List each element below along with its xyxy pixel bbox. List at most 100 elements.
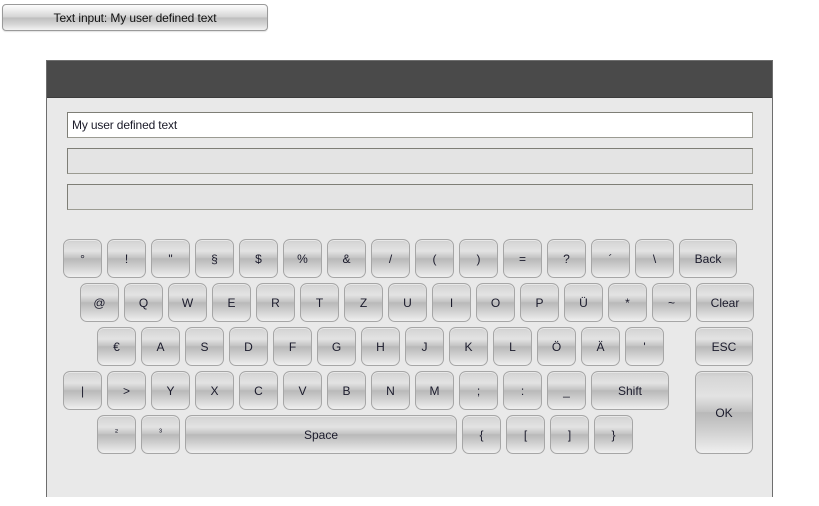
key-n[interactable]: N: [371, 371, 410, 410]
key-u-umlaut[interactable]: Ü: [564, 283, 603, 322]
key-r[interactable]: R: [256, 283, 295, 322]
key-f[interactable]: F: [273, 327, 312, 366]
key-quote[interactable]: ": [151, 239, 190, 278]
key-superscript-three[interactable]: ³: [141, 415, 180, 454]
key-g[interactable]: G: [317, 327, 356, 366]
key-ok[interactable]: OK: [695, 371, 753, 454]
text-input-host-button[interactable]: Text input: My user defined text: [2, 4, 268, 31]
key-ok-label: OK: [715, 405, 733, 420]
key-n-label: N: [386, 383, 395, 398]
key-semicolon[interactable]: ;: [459, 371, 498, 410]
key-slash[interactable]: /: [371, 239, 410, 278]
key-space[interactable]: Space: [185, 415, 457, 454]
key-greater-than-label: >: [122, 383, 130, 398]
key-paren-close[interactable]: ): [459, 239, 498, 278]
key-clear[interactable]: Clear: [696, 283, 754, 322]
key-clear-label: Clear: [710, 295, 740, 310]
dialog-titlebar: [47, 61, 772, 98]
key-dollar[interactable]: $: [239, 239, 278, 278]
text-input-third[interactable]: [67, 184, 753, 210]
key-paren-open[interactable]: (: [415, 239, 454, 278]
key-brace-open[interactable]: {: [462, 415, 501, 454]
key-l[interactable]: L: [493, 327, 532, 366]
key-backslash[interactable]: \: [635, 239, 674, 278]
key-esc[interactable]: ESC: [695, 327, 753, 366]
text-input-second[interactable]: [67, 148, 753, 174]
key-equals-label: =: [518, 251, 526, 266]
key-o-umlaut[interactable]: Ö: [537, 327, 576, 366]
key-tilde[interactable]: ~: [652, 283, 691, 322]
key-j[interactable]: J: [405, 327, 444, 366]
key-question[interactable]: ?: [547, 239, 586, 278]
key-apostrophe[interactable]: ': [625, 327, 664, 366]
key-at[interactable]: @: [80, 283, 119, 322]
key-percent[interactable]: %: [283, 239, 322, 278]
key-r-label: R: [271, 295, 280, 310]
key-shift[interactable]: Shift: [591, 371, 669, 410]
key-f-label: F: [288, 339, 297, 354]
key-k-label: K: [464, 339, 473, 354]
key-underscore[interactable]: _: [547, 371, 586, 410]
key-asterisk-label: *: [625, 295, 630, 310]
key-o[interactable]: O: [476, 283, 515, 322]
key-b-label: B: [342, 383, 351, 398]
key-superscript-two[interactable]: ²: [97, 415, 136, 454]
key-bracket-close-label: ]: [567, 427, 572, 442]
key-euro[interactable]: €: [97, 327, 136, 366]
key-superscript-two-label: ²: [115, 426, 118, 437]
key-colon-label: :: [520, 383, 525, 398]
key-colon[interactable]: :: [503, 371, 542, 410]
key-section-label: §: [211, 251, 218, 266]
key-ampersand[interactable]: &: [327, 239, 366, 278]
key-pipe-label: |: [80, 383, 85, 398]
key-c[interactable]: C: [239, 371, 278, 410]
key-semicolon-label: ;: [476, 383, 481, 398]
key-z[interactable]: Z: [344, 283, 383, 322]
key-k[interactable]: K: [449, 327, 488, 366]
key-m[interactable]: M: [415, 371, 454, 410]
key-d[interactable]: D: [229, 327, 268, 366]
key-asterisk[interactable]: *: [608, 283, 647, 322]
key-exclamation-label: !: [124, 251, 129, 266]
key-greater-than[interactable]: >: [107, 371, 146, 410]
key-backspace[interactable]: Back: [679, 239, 737, 278]
key-v[interactable]: V: [283, 371, 322, 410]
key-b[interactable]: B: [327, 371, 366, 410]
key-brace-open-label: {: [479, 427, 484, 442]
key-degree[interactable]: °: [63, 239, 102, 278]
key-x[interactable]: X: [195, 371, 234, 410]
key-exclamation[interactable]: !: [107, 239, 146, 278]
key-apostrophe-label: ': [643, 339, 646, 354]
key-u[interactable]: U: [388, 283, 427, 322]
key-a[interactable]: A: [141, 327, 180, 366]
key-w[interactable]: W: [168, 283, 207, 322]
key-i[interactable]: I: [432, 283, 471, 322]
text-input-host-button-label: Text input: My user defined text: [53, 10, 217, 25]
text-input-main[interactable]: My user defined text: [67, 112, 753, 138]
key-s[interactable]: S: [185, 327, 224, 366]
key-bracket-open[interactable]: [: [506, 415, 545, 454]
key-m-label: M: [429, 383, 440, 398]
key-y[interactable]: Y: [151, 371, 190, 410]
key-backslash-label: \: [652, 251, 657, 266]
key-quote-label: ": [168, 251, 173, 266]
key-e-label: E: [227, 295, 236, 310]
key-ampersand-label: &: [342, 251, 351, 266]
key-paren-close-label: ): [476, 251, 481, 266]
key-bracket-close[interactable]: ]: [550, 415, 589, 454]
key-q[interactable]: Q: [124, 283, 163, 322]
key-a-umlaut[interactable]: Ä: [581, 327, 620, 366]
key-t[interactable]: T: [300, 283, 339, 322]
key-equals[interactable]: =: [503, 239, 542, 278]
virtual-keyboard-dialog: My user defined text °! " § $% & / () =? ´ \ Back @…: [46, 60, 773, 497]
key-acute[interactable]: ´: [591, 239, 630, 278]
key-pipe[interactable]: |: [63, 371, 102, 410]
key-brace-close[interactable]: }: [594, 415, 633, 454]
key-p[interactable]: P: [520, 283, 559, 322]
key-z-label: Z: [359, 295, 368, 310]
key-esc-label: ESC: [711, 339, 737, 354]
key-e[interactable]: E: [212, 283, 251, 322]
key-section[interactable]: §: [195, 239, 234, 278]
key-h[interactable]: H: [361, 327, 400, 366]
key-w-label: W: [181, 295, 194, 310]
